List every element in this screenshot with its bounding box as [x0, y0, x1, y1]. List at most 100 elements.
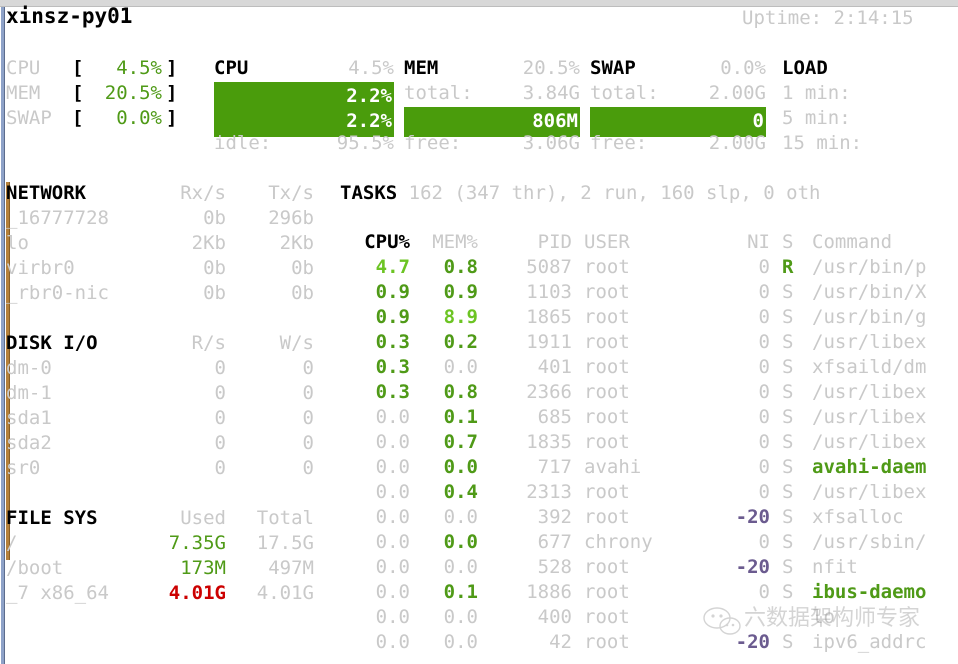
network-col1-header: Rx/s	[180, 182, 226, 204]
table-row[interactable]: 0.0 0.0 717 avahi 0 Savahi-daem	[0, 455, 958, 480]
table-row[interactable]: 0.9 0.9 1103 root 0 S/usr/bin/X	[0, 280, 958, 305]
cell-mem: 0.1	[443, 406, 478, 428]
column-header-cpu[interactable]: CPU%	[352, 230, 410, 255]
cell-command: /usr/bin/g	[812, 306, 927, 328]
table-row[interactable]: 0.0 0.7 1835 root 0 S/usr/libex	[0, 430, 958, 455]
cell-pid: 1911	[526, 331, 572, 353]
load-row[interactable]: 5 min:	[782, 106, 958, 131]
table-row[interactable]: 0.9 8.9 1865 root 0 S/usr/bin/g	[0, 305, 958, 330]
table-row[interactable]: 0.0 0.4 2313 root 0 S/usr/libex	[0, 480, 958, 505]
cpu-row[interactable]: system:2.2%	[214, 106, 400, 137]
column-header-state[interactable]: S	[782, 230, 800, 255]
cell-pid: 1835	[526, 431, 572, 453]
uptime-label: Uptime:	[742, 7, 823, 29]
cell-command: /usr/libex	[812, 381, 927, 403]
cell-command: nfit	[812, 556, 858, 578]
cell-cpu: 0.0	[375, 581, 410, 603]
quicklook-panel[interactable]: CPU [4.5%] MEM [20.5%] SWAP [0.0%]	[6, 56, 206, 131]
swap-head: SWAP 0.0%	[590, 56, 776, 81]
table-row[interactable]: 0.0 0.0 392 root -20 Sxfsalloc	[0, 505, 958, 530]
network-row[interactable]: _16777728 0b 296b	[6, 206, 316, 231]
table-row[interactable]: 0.3 0.8 2366 root 0 S/usr/libex	[0, 380, 958, 405]
cell-command: ibus-daemo	[812, 581, 927, 603]
load-row[interactable]: 15 min:	[782, 131, 958, 156]
swap-row[interactable]: free: 2.00G	[590, 131, 776, 156]
quicklook-row[interactable]: MEM [20.5%]	[6, 81, 206, 106]
cell-state: R	[782, 256, 794, 278]
cell-user: root	[584, 581, 630, 603]
cpu-row[interactable]: user:2.2%	[214, 81, 400, 112]
cell-user: root	[584, 281, 630, 303]
cell-pid: 1886	[526, 581, 572, 603]
cell-command: /usr/libex	[812, 331, 927, 353]
cell-user: root	[584, 256, 630, 278]
table-row[interactable]: 0.0 0.0 42 root -20 Sipv6_addrc	[0, 630, 958, 655]
mem-row[interactable]: total: 3.84G	[404, 81, 590, 106]
quicklook-label: CPU	[6, 57, 41, 79]
cell-state: S	[782, 281, 794, 303]
load-panel[interactable]: LOAD 1 min: 5 min: 15 min:	[782, 56, 958, 156]
column-header-ni[interactable]: NI	[718, 230, 770, 255]
quicklook-label: MEM	[6, 82, 41, 104]
mem-row[interactable]: free: 3.06G	[404, 131, 590, 156]
cell-mem: 0.9	[443, 281, 478, 303]
cell-cpu: 0.0	[375, 606, 410, 628]
quicklook-bracket-open: [	[72, 57, 84, 79]
cell-pid: 528	[537, 556, 572, 578]
cell-mem: 8.9	[443, 306, 478, 328]
cell-user: root	[584, 606, 630, 628]
cell-pid: 677	[537, 531, 572, 553]
mem-row[interactable]: used:806M	[404, 106, 590, 137]
table-row[interactable]: 0.0 0.1 685 root 0 S/usr/libex	[0, 405, 958, 430]
cell-state: S	[782, 356, 794, 378]
cell-state: S	[782, 381, 794, 403]
swap-row[interactable]: used:0	[590, 106, 776, 137]
cell-user: root	[584, 631, 630, 653]
cell-mem: 0.0	[443, 556, 478, 578]
cpu-panel[interactable]: CPU4.5%user:2.2%system:2.2%idle:95.5%	[214, 56, 400, 156]
process-table-header: CPU% MEM% PID USER NI S Command	[0, 230, 958, 255]
column-header-command[interactable]: Command	[812, 230, 958, 255]
quicklook-bracket-close: ]	[166, 57, 178, 79]
cell-command: /usr/libex	[812, 406, 927, 428]
swap-panel[interactable]: SWAP0.0%total:2.00Gused:0free:2.00G	[590, 56, 776, 156]
cell-user: root	[584, 381, 630, 403]
table-row[interactable]: 0.3 0.2 1911 root 0 S/usr/libex	[0, 330, 958, 355]
quicklook-row[interactable]: CPU [4.5%]	[6, 56, 206, 81]
cell-mem: 0.0	[443, 356, 478, 378]
cell-mem: 0.8	[443, 381, 478, 403]
cell-pid: 1865	[526, 306, 572, 328]
cell-pid: 401	[537, 356, 572, 378]
cell-nice: 0	[758, 381, 770, 403]
column-header-mem[interactable]: MEM%	[420, 230, 478, 255]
cell-nice: 0	[758, 431, 770, 453]
table-row[interactable]: 0.3 0.0 401 root 0 Sxfsaild/dm	[0, 355, 958, 380]
cell-cpu: 0.0	[375, 531, 410, 553]
column-header-user[interactable]: USER	[584, 230, 704, 255]
table-row[interactable]: 4.7 0.8 5087 root 0 R/usr/bin/p	[0, 255, 958, 280]
mem-panel[interactable]: MEM20.5%total:3.84Gused:806Mfree:3.06G	[404, 56, 590, 156]
network-title: NETWORK	[6, 182, 87, 204]
quicklook-row[interactable]: SWAP [0.0%]	[6, 106, 206, 131]
cell-state: S	[782, 506, 794, 528]
cell-state: S	[782, 581, 794, 603]
process-table[interactable]: CPU% MEM% PID USER NI S Command 4.7 0.8 5087 root 0…	[0, 230, 958, 655]
cell-state: S	[782, 631, 794, 653]
table-row[interactable]: 0.0 0.0 677 chrony 0 S/usr/sbin/	[0, 530, 958, 555]
load-row-label: 15 min:	[782, 132, 863, 154]
table-row[interactable]: 0.0 0.0 528 root -20 Snfit	[0, 555, 958, 580]
cell-user: root	[584, 306, 630, 328]
cell-nice: -20	[735, 631, 770, 653]
cell-command: /usr/sbin/	[812, 531, 927, 553]
swap-row[interactable]: total: 2.00G	[590, 81, 776, 106]
swap-row-value: 2.00G	[708, 82, 766, 104]
cpu-row[interactable]: idle: 95.5%	[214, 131, 400, 156]
cell-nice: 0	[758, 306, 770, 328]
uptime-status: Uptime: 2:14:15	[742, 6, 914, 31]
load-row[interactable]: 1 min:	[782, 81, 958, 106]
cell-mem: 0.7	[443, 431, 478, 453]
column-header-pid[interactable]: PID	[498, 230, 572, 255]
table-row[interactable]: 0.0 0.0 400 root lo	[0, 605, 958, 630]
table-row[interactable]: 0.0 0.1 1886 root 0 Sibus-daemo	[0, 580, 958, 605]
mem-row-value: 3.06G	[522, 132, 580, 154]
